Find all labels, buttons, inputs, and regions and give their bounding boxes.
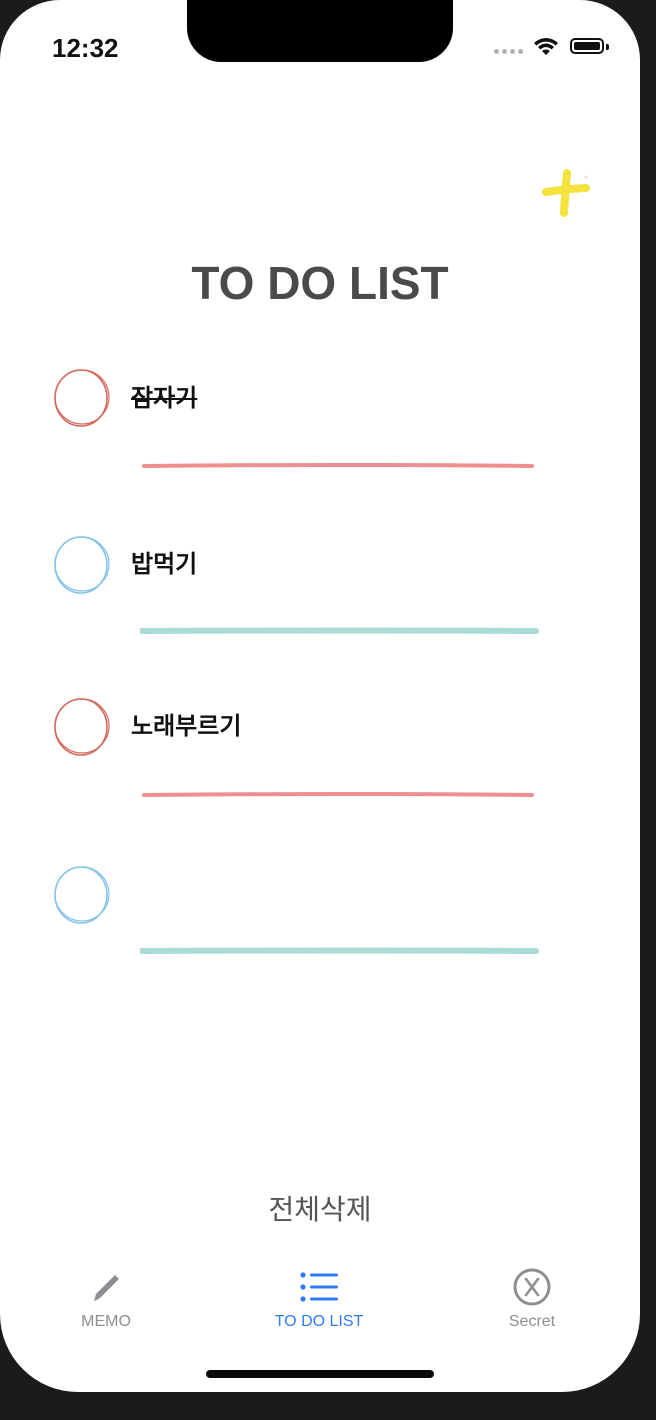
tab-todo-list[interactable]: TO DO LIST — [234, 1262, 404, 1342]
wifi-icon — [534, 38, 558, 55]
todo-text: 밥먹기 — [131, 551, 198, 578]
checkbox-circle-icon[interactable] — [52, 532, 112, 596]
todo-underline — [142, 792, 534, 797]
plus-icon — [542, 169, 590, 217]
close-circle-icon — [513, 1268, 551, 1306]
checkbox-circle-icon[interactable] — [52, 366, 112, 430]
list-icon — [300, 1272, 338, 1302]
tab-bar: MEMO TO DO LIST Secret — [0, 1262, 640, 1342]
notch — [187, 0, 453, 62]
home-indicator — [206, 1370, 434, 1378]
todo-underline — [140, 947, 539, 954]
screen: 12:32 TO DO LIST 잠자기 밥먹기 노래부르기 전체삭제 MEMO… — [0, 0, 640, 1392]
todo-item: 잠자기 — [0, 366, 640, 506]
todo-text: 노래부르기 — [131, 713, 242, 740]
add-todo-button[interactable] — [540, 165, 592, 221]
battery-icon — [570, 38, 604, 54]
phone-frame: 12:32 TO DO LIST 잠자기 밥먹기 노래부르기 전체삭제 MEMO… — [0, 0, 656, 1420]
delete-all-button[interactable]: 전체삭제 — [0, 1188, 640, 1228]
page-title: TO DO LIST — [191, 257, 449, 309]
checkbox-circle-icon[interactable] — [52, 862, 112, 926]
tab-label: Secret — [508, 1313, 556, 1330]
todo-item — [0, 862, 640, 1002]
todo-text: 잠자기 — [131, 385, 198, 412]
todo-item: 노래부르기 — [0, 694, 640, 834]
status-icons — [494, 34, 614, 60]
signal-icon — [494, 49, 524, 57]
tab-label: TO DO LIST — [274, 1313, 364, 1330]
tab-label: MEMO — [81, 1313, 131, 1330]
status-time: 12:32 — [52, 33, 119, 63]
checkbox-circle-icon[interactable] — [52, 694, 112, 758]
tab-secret[interactable]: Secret — [447, 1262, 617, 1342]
todo-underline — [142, 463, 534, 468]
tab-memo[interactable]: MEMO — [21, 1262, 191, 1342]
pencil-icon — [94, 1275, 119, 1301]
todo-item: 밥먹기 — [0, 532, 640, 672]
battery-cap — [606, 44, 609, 50]
todo-underline — [140, 627, 539, 634]
